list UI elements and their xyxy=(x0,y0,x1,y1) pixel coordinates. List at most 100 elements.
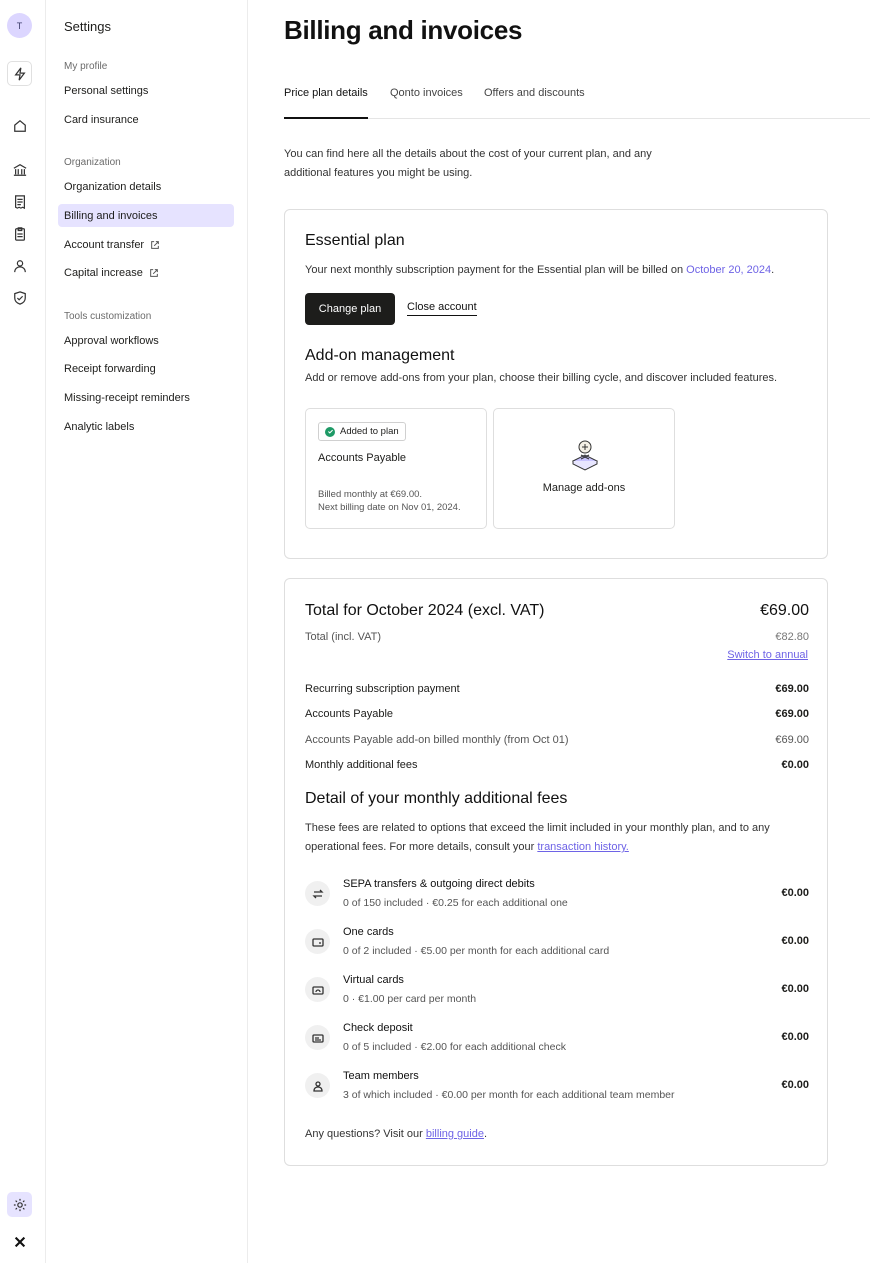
sidebar-item-label: Account transfer xyxy=(64,238,145,251)
sidebar-item-label: Analytic labels xyxy=(64,420,135,433)
fee-subtitle: 0 of 150 included · €0.25 for each addit… xyxy=(343,897,568,909)
person-icon xyxy=(305,1073,330,1098)
line-value: €69.00 xyxy=(775,683,809,695)
sidebar-item-label: Personal settings xyxy=(64,84,149,97)
fee-subtitle: 0 · €1.00 per card per month xyxy=(343,993,477,1005)
fee-amount: €0.00 xyxy=(781,935,809,947)
addons-description: Add or remove add-ons from your plan, ch… xyxy=(305,372,778,384)
switch-to-annual-link[interactable]: Switch to annual xyxy=(727,649,808,661)
line-label: Accounts Payable add-on billed monthly (… xyxy=(305,734,569,746)
sidebar-item-approval-workflows[interactable]: Approval workflows xyxy=(58,329,234,352)
shield-icon[interactable] xyxy=(7,285,32,310)
avatar[interactable]: T xyxy=(7,13,32,38)
fee-item: SEPA transfers & outgoing direct debits … xyxy=(305,878,809,918)
fee-title: Check deposit xyxy=(343,1022,413,1034)
manage-addons-label: Manage add-ons xyxy=(542,482,626,494)
added-to-plan-badge: Added to plan xyxy=(318,422,406,441)
fee-subtitle: 0 of 2 included · €5.00 per month for ea… xyxy=(343,945,610,957)
total-line: Accounts Payable €69.00 xyxy=(305,706,809,722)
settings-icon[interactable] xyxy=(7,1192,32,1217)
sidebar-item-organization-details[interactable]: Organization details xyxy=(58,175,234,198)
sidebar-group-label: My profile xyxy=(64,61,108,72)
tab-qonto-invoices[interactable]: Qonto invoices xyxy=(390,82,463,119)
total-card: Total for October 2024 (excl. VAT) €69.0… xyxy=(284,578,828,1166)
total-incl-amount: €82.80 xyxy=(775,631,809,643)
sidebar-item-label: Card insurance xyxy=(64,113,139,126)
fees-title: Detail of your monthly additional fees xyxy=(305,790,568,807)
sidebar-group-label: Organization xyxy=(64,157,121,168)
sidebar-item-billing[interactable]: Billing and invoices xyxy=(58,204,234,227)
tab-price-plan-details[interactable]: Price plan details xyxy=(284,82,368,119)
tab-bar: Price plan details Qonto invoices Offers… xyxy=(284,82,870,119)
addons-title: Add-on management xyxy=(305,347,455,364)
intro-text: You can find here all the details about … xyxy=(284,148,652,179)
fees-description: These fees are related to options that e… xyxy=(305,819,795,857)
addon-card-accounts-payable[interactable]: Added to plan Accounts Payable Billed mo… xyxy=(305,408,487,529)
close-account-button[interactable]: Close account xyxy=(407,301,477,316)
app-rail: T xyxy=(0,0,46,1263)
sidebar-item-label: Billing and invoices xyxy=(64,209,158,222)
fee-subtitle: 3 of which included · €0.00 per month fo… xyxy=(343,1089,675,1101)
fee-title: Team members xyxy=(343,1070,419,1082)
fee-item: Check deposit 0 of 5 included · €2.00 fo… xyxy=(305,1022,809,1062)
check-icon xyxy=(305,1025,330,1050)
tab-offers-and-discounts[interactable]: Offers and discounts xyxy=(484,82,585,119)
total-line: Monthly additional fees €0.00 xyxy=(305,757,809,773)
questions-text: Any questions? Visit our billing guide. xyxy=(305,1128,487,1140)
change-plan-button[interactable]: Change plan xyxy=(305,293,395,325)
sidebar-item-label: Capital increase xyxy=(64,266,143,279)
settings-sidebar: Settings My profile Personal settings Ca… xyxy=(46,0,248,1263)
sidebar-group-label: Tools customization xyxy=(64,311,152,322)
line-label: Accounts Payable xyxy=(305,708,394,720)
line-label: Recurring subscription payment xyxy=(305,683,460,695)
questions-label: Any questions? Visit our xyxy=(305,1128,426,1140)
badge-label: Added to plan xyxy=(340,426,399,437)
check-circle-icon xyxy=(325,426,335,437)
qonto-logo[interactable] xyxy=(7,1229,32,1254)
main-content: Billing and invoices Price plan details … xyxy=(248,0,870,1263)
clipboard-icon[interactable] xyxy=(7,221,32,246)
sidebar-item-label: Organization details xyxy=(64,180,162,193)
sidebar-item-analytic-labels[interactable]: Analytic labels xyxy=(58,415,234,438)
manage-addons-card[interactable]: Manage add-ons xyxy=(493,408,675,529)
line-label: Monthly additional fees xyxy=(305,759,418,771)
sidebar-item-receipt-forwarding[interactable]: Receipt forwarding xyxy=(58,357,234,380)
transaction-history-link[interactable]: transaction history. xyxy=(537,841,629,853)
addon-name: Accounts Payable xyxy=(318,452,407,464)
fee-item: One cards 0 of 2 included · €5.00 per mo… xyxy=(305,926,809,966)
fee-amount: €0.00 xyxy=(781,983,809,995)
addon-billed: Billed monthly at €69.00. xyxy=(318,489,423,500)
card-icon xyxy=(305,929,330,954)
fee-title: SEPA transfers & outgoing direct debits xyxy=(343,878,535,890)
receipt-icon[interactable] xyxy=(7,189,32,214)
total-line: Recurring subscription payment €69.00 xyxy=(305,681,809,697)
home-icon[interactable] xyxy=(7,113,32,138)
bank-icon[interactable] xyxy=(7,157,32,182)
total-incl-label: Total (incl. VAT) xyxy=(305,631,381,643)
plan-card: Essential plan Your next monthly subscri… xyxy=(284,209,828,559)
sidebar-item-personal-settings[interactable]: Personal settings xyxy=(58,79,234,102)
fee-amount: €0.00 xyxy=(781,1031,809,1043)
fee-subtitle: 0 of 5 included · €2.00 for each additio… xyxy=(343,1041,566,1053)
fee-amount: €0.00 xyxy=(781,887,809,899)
sidebar-item-card-insurance[interactable]: Card insurance xyxy=(58,108,234,131)
fee-amount: €0.00 xyxy=(781,1079,809,1091)
sidebar-item-missing-receipt-reminders[interactable]: Missing-receipt reminders xyxy=(58,386,234,409)
team-icon[interactable] xyxy=(7,253,32,278)
addon-next-billing: Next billing date on Nov 01, 2024. xyxy=(318,502,461,513)
total-line: Accounts Payable add-on billed monthly (… xyxy=(305,732,809,748)
line-value: €69.00 xyxy=(775,708,809,720)
sidebar-item-label: Approval workflows xyxy=(64,334,159,347)
sidebar-title: Settings xyxy=(64,19,111,34)
next-payment-date: October 20, 2024 xyxy=(686,264,772,276)
sidebar-item-capital-increase[interactable]: Capital increase xyxy=(58,261,234,284)
external-link-icon xyxy=(151,240,159,249)
page-title: Billing and invoices xyxy=(284,15,523,45)
next-payment-text: Your next monthly subscription payment f… xyxy=(305,264,774,276)
billing-guide-link[interactable]: billing guide xyxy=(426,1128,484,1140)
bolt-icon[interactable] xyxy=(7,61,32,86)
sidebar-item-label: Receipt forwarding xyxy=(64,362,156,375)
sidebar-item-account-transfer[interactable]: Account transfer xyxy=(58,233,234,256)
virtual-card-icon xyxy=(305,977,330,1002)
total-amount: €69.00 xyxy=(760,602,809,619)
